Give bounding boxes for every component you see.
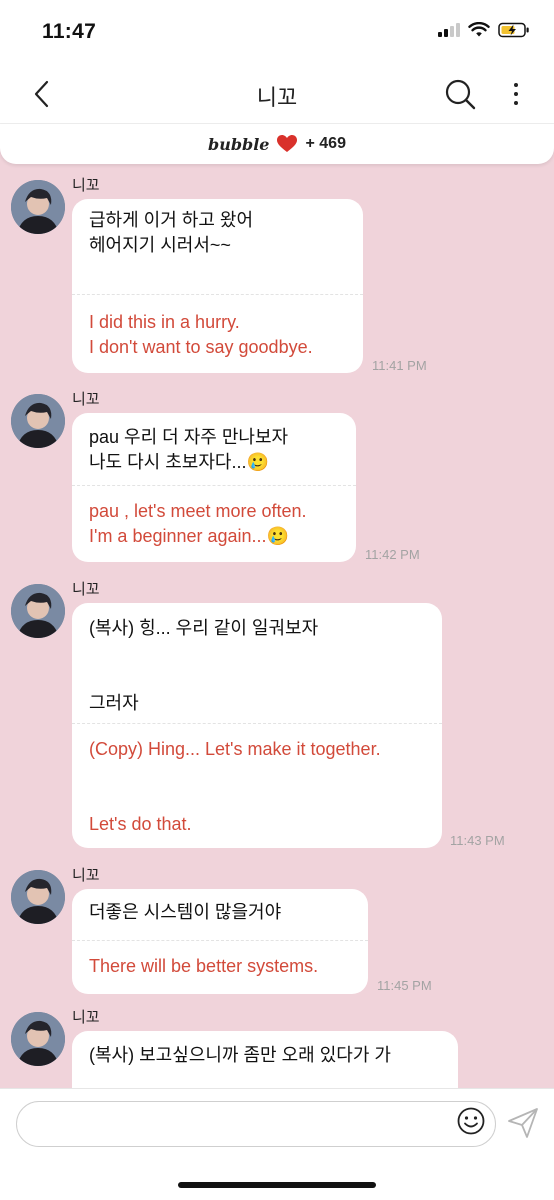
send-button[interactable] [506,1106,540,1140]
message-item: 니꼬 (복사) 보고싶으니까 좀만 오래 있다가 가 [0,1004,554,1111]
status-bar: 11:47 [0,0,554,64]
translation-divider [72,294,363,295]
cellular-signal-icon [438,23,460,37]
bubble-count: + 469 [305,135,346,152]
message-timestamp: 11:41 PM [372,358,427,373]
message-original-text: pau 우리 더 자주 만나보자 나도 다시 초보자다...🥲 [89,427,289,472]
avatar[interactable] [11,870,65,924]
message-timestamp: 11:43 PM [450,833,505,848]
message-timestamp: 11:45 PM [377,978,432,993]
message-bubble[interactable]: pau 우리 더 자주 만나보자 나도 다시 초보자다...🥲 pau , le… [72,413,356,562]
message-item: 니꼬 더좋은 시스템이 많을거야 There will be better sy… [0,862,554,998]
message-original-text: 급하게 이거 하고 왔어 헤어지기 시러서~~ [89,210,254,255]
bubble-banner[interactable]: bubble + 469 [0,124,554,164]
avatar[interactable] [11,584,65,638]
sender-name: 니꼬 [72,581,100,598]
avatar[interactable] [11,180,65,234]
more-dot-icon [514,92,518,96]
status-icons [438,22,530,38]
status-time: 11:47 [42,20,97,43]
avatar[interactable] [11,1012,65,1066]
message-original-text: 더좋은 시스템이 많을거야 [89,902,282,922]
message-translation-text: (Copy) Hing... Let's make it together. L… [89,739,381,834]
message-translation-text: There will be better systems. [89,956,319,976]
smiley-icon [457,1107,485,1135]
more-dot-icon [514,101,518,105]
message-bubble[interactable]: 급하게 이거 하고 왔어 헤어지기 시러서~~ I did this in a … [72,199,363,373]
emoji-button[interactable] [456,1106,486,1136]
wifi-icon [468,22,490,37]
sender-name: 니꼬 [72,1009,100,1026]
message-translation-text: pau , let's meet more often. I'm a begin… [89,501,307,546]
message-item: 니꼬 급하게 이거 하고 왔어 헤어지기 시러서~~ I did this in… [0,172,554,378]
battery-charging-icon [498,22,529,38]
message-original-text: (복사) 힝... 우리 같이 일궈보자 그러자 [89,618,319,713]
home-indicator [178,1182,376,1188]
bubble-logo: bubble [208,134,270,154]
message-bubble[interactable]: (복사) 힝... 우리 같이 일궈보자 그러자 (Copy) Hing... … [72,603,442,848]
search-button[interactable] [442,76,478,112]
send-icon [508,1108,538,1138]
translation-divider [72,940,368,941]
sender-name: 니꼬 [72,391,100,408]
translation-divider [72,485,356,486]
message-item: 니꼬 pau 우리 더 자주 만나보자 나도 다시 초보자다...🥲 pau ,… [0,386,554,566]
sender-name: 니꼬 [72,867,100,884]
message-timestamp: 11:42 PM [365,547,420,562]
heart-icon [277,135,298,152]
more-options-button[interactable] [508,76,524,112]
message-translation-text: I did this in a hurry. I don't want to s… [89,312,313,357]
more-dot-icon [514,83,518,87]
message-bubble[interactable]: 더좋은 시스템이 많을거야 There will be better syste… [72,889,368,994]
avatar[interactable] [11,394,65,448]
translation-divider [72,723,442,724]
sender-name: 니꼬 [72,177,100,194]
message-item: 니꼬 (복사) 힝... 우리 같이 일궈보자 그러자 (Copy) Hing.… [0,576,554,852]
search-icon [445,79,476,110]
message-original-text: (복사) 보고싶으니까 좀만 오래 있다가 가 [89,1045,391,1065]
message-input[interactable] [16,1101,496,1147]
chat-header: 니꼬 [0,64,554,124]
